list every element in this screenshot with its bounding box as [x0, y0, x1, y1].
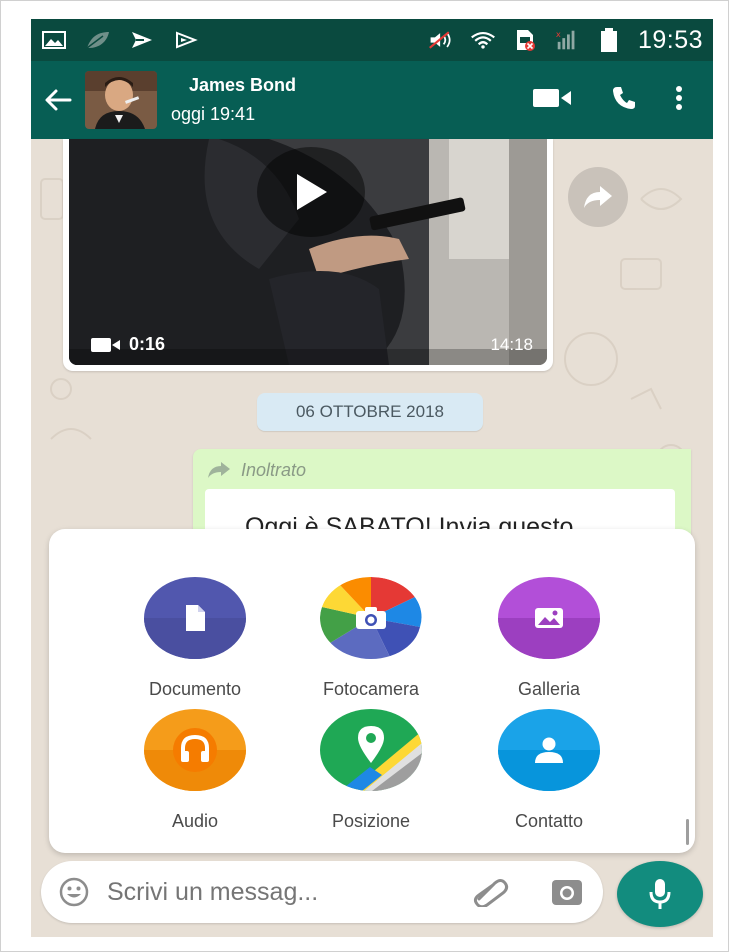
emoji-icon	[59, 877, 89, 907]
chat-header: James Bond oggi 19:41	[31, 61, 713, 139]
voice-record-button[interactable]	[617, 861, 703, 927]
video-call-icon[interactable]	[533, 87, 573, 114]
status-bar: x 19:53	[31, 19, 713, 61]
attach-galleria[interactable]: Galleria	[479, 577, 619, 700]
attach-label-contatto: Contatto	[514, 811, 584, 831]
camera-button[interactable]	[547, 872, 587, 912]
video-message[interactable]: 0:16 14:18	[63, 139, 553, 371]
attachment-menu: Documento Fotocamera Galleria Audio Posi…	[49, 529, 695, 853]
date-separator: 06 OTTOBRE 2018	[257, 393, 483, 431]
svg-text:x: x	[556, 29, 561, 39]
mute-icon	[428, 29, 454, 51]
attach-documento[interactable]: Documento	[125, 577, 265, 700]
wifi-icon	[470, 29, 496, 51]
message-composer	[41, 861, 603, 923]
scrollbar[interactable]	[686, 819, 689, 845]
forwarded-icon	[208, 462, 230, 478]
emoji-button[interactable]	[57, 875, 91, 909]
clock: 19:53	[637, 25, 703, 54]
camera-icon	[320, 577, 422, 659]
paperclip-icon	[473, 879, 509, 907]
contact-icon	[498, 709, 600, 791]
leaf-notification-icon	[85, 29, 111, 51]
back-arrow-icon	[45, 89, 72, 111]
message-input[interactable]	[107, 877, 427, 907]
video-duration: 0:16	[91, 334, 165, 355]
battery-icon	[596, 28, 622, 52]
video-timestamp: 14:18	[490, 335, 533, 354]
signal-icon: x	[554, 29, 580, 51]
camera-icon	[552, 880, 582, 905]
attach-contatto[interactable]: Contatto	[479, 709, 619, 832]
video-thumbnail[interactable]: 0:16 14:18	[69, 139, 547, 365]
contact-avatar[interactable]	[85, 71, 157, 129]
attach-button[interactable]	[471, 872, 511, 912]
attach-audio[interactable]: Audio	[125, 709, 265, 832]
play-icon	[297, 174, 327, 210]
phone-screen: x 19:53 James Bond oggi 19:41 0:16 14:18…	[31, 19, 713, 937]
video-duration-text: 0:16	[129, 334, 166, 354]
video-camera-icon	[91, 337, 120, 352]
header-actions	[533, 85, 713, 116]
phone-call-icon[interactable]	[611, 85, 637, 116]
last-seen: oggi 19:41	[171, 104, 256, 124]
more-options-icon[interactable]	[675, 85, 683, 116]
contact-info[interactable]: James Bond oggi 19:41	[171, 75, 296, 125]
system-icons: x 19:53	[428, 26, 703, 55]
headphones-icon	[144, 709, 246, 791]
gallery-icon	[498, 577, 600, 659]
document-icon	[144, 577, 246, 659]
attach-label-galleria: Galleria	[517, 679, 581, 699]
play-notification-icon	[173, 29, 199, 51]
back-button[interactable]	[31, 61, 85, 139]
forward-button[interactable]	[568, 167, 628, 227]
screenshot-frame: x 19:53 James Bond oggi 19:41 0:16 14:18…	[0, 0, 729, 952]
attach-posizione[interactable]: Posizione	[301, 709, 441, 832]
forwarded-text: Inoltrato	[241, 459, 307, 480]
location-pin-icon	[320, 709, 422, 791]
play-button[interactable]	[257, 147, 365, 237]
forwarded-label: Inoltrato	[207, 455, 679, 485]
image-notification-icon	[41, 29, 67, 51]
attach-label-documento: Documento	[148, 679, 242, 699]
contact-name: James Bond	[189, 75, 297, 95]
attach-label-fotocamera: Fotocamera	[322, 679, 420, 699]
microphone-icon	[649, 879, 671, 909]
send-notification-icon	[129, 29, 155, 51]
attach-label-audio: Audio	[171, 811, 219, 831]
attach-label-posizione: Posizione	[331, 811, 411, 831]
attach-fotocamera[interactable]: Fotocamera	[301, 577, 441, 700]
forward-icon	[584, 186, 612, 208]
sim-blocked-icon	[512, 29, 538, 51]
notification-icons	[41, 29, 199, 51]
